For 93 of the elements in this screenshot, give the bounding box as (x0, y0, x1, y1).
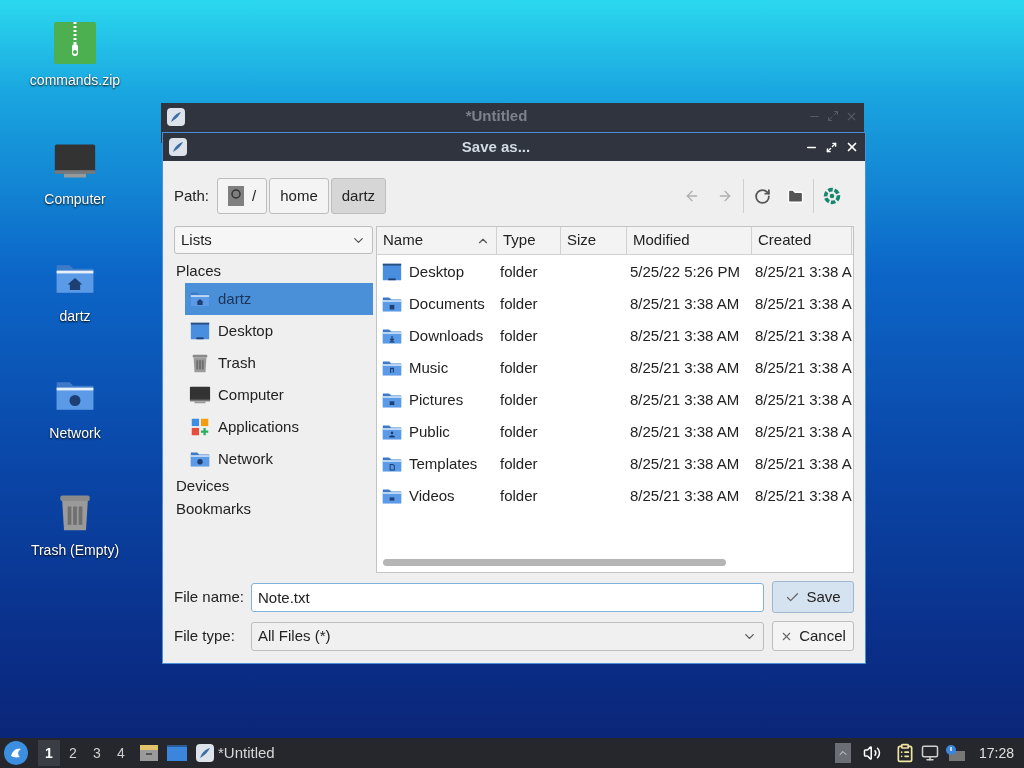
file-name-cell[interactable]: Pictures (409, 388, 464, 412)
reload-icon (753, 187, 771, 205)
created-cell: 8/25/21 3:38 A (755, 358, 852, 376)
volume-icon[interactable] (862, 744, 881, 762)
taskbar-window-button[interactable]: *Untitled (194, 740, 277, 766)
zip-archive-icon (54, 22, 96, 64)
modified-cell: 8/25/21 3:38 AM (630, 358, 740, 376)
desktop-icon (381, 261, 403, 283)
horizontal-scrollbar[interactable] (383, 559, 726, 566)
type-cell: folder (500, 262, 538, 280)
network-icon[interactable] (920, 744, 939, 762)
sidebar-item[interactable]: Desktop (185, 315, 373, 347)
modified-cell: 8/25/21 3:38 AM (630, 486, 740, 504)
maximize-icon[interactable] (826, 141, 837, 153)
save-button[interactable]: Save (772, 581, 854, 613)
close-icon (845, 110, 858, 123)
desktop-icon-label[interactable]: Trash (Empty) (30, 540, 120, 561)
created-cell: 8/25/21 3:38 A (755, 422, 852, 440)
sidebar-item[interactable]: Computer (185, 379, 373, 411)
sidebar-item[interactable]: Applications (185, 411, 373, 443)
type-cell: folder (500, 486, 538, 504)
modified-cell: 8/25/21 3:38 AM (630, 390, 740, 408)
created-cell: 8/25/21 3:38 A (755, 326, 852, 344)
column-header[interactable]: Size (561, 227, 627, 254)
path-label: Path: (174, 185, 210, 206)
sidebar-section-header[interactable]: Bookmarks (174, 498, 373, 521)
type-cell: folder (500, 454, 538, 472)
type-cell: folder (500, 422, 538, 440)
sidebar-item[interactable]: Network (185, 443, 373, 475)
app-icon (196, 744, 214, 762)
view-mode-dropdown[interactable]: Lists (174, 226, 373, 254)
created-cell: 8/25/21 3:38 A (755, 262, 852, 280)
type-cell: folder (500, 390, 538, 408)
column-header[interactable]: Name (377, 227, 497, 254)
file-name-cell[interactable]: Documents (409, 292, 485, 316)
dialog-title: Save as... (460, 136, 532, 157)
window-title: *Untitled (464, 106, 529, 127)
modified-cell: 5/25/22 5:26 PM (630, 262, 741, 280)
modified-cell: 8/25/21 3:38 AM (630, 326, 740, 344)
workspace-button[interactable]: 2 (62, 740, 84, 766)
close-icon[interactable] (845, 140, 859, 154)
column-header[interactable]: Modified (627, 227, 752, 254)
file-manager-icon[interactable] (138, 742, 160, 764)
file-type-label: File type: (174, 625, 236, 646)
cancel-button[interactable]: Cancel (772, 621, 854, 651)
desktop-icon-label[interactable]: dartz (59, 306, 91, 327)
created-cell: 8/25/21 3:38 A (755, 486, 852, 504)
desktop-icon (189, 320, 211, 342)
type-cell: folder (500, 294, 538, 312)
file-name-cell[interactable]: Videos (409, 484, 455, 508)
file-name-cell[interactable]: Desktop (409, 260, 465, 284)
drive-icon (228, 186, 245, 206)
file-name-cell[interactable]: Templates (409, 452, 478, 476)
file-name-cell[interactable]: Music (409, 356, 449, 380)
modified-cell: 8/25/21 3:38 AM (630, 294, 740, 312)
show-desktop-icon[interactable] (166, 742, 188, 764)
file-name-cell[interactable]: Downloads (409, 324, 484, 348)
workspace-button[interactable]: 1 (38, 740, 60, 766)
modified-cell: 8/25/21 3:38 AM (630, 422, 740, 440)
monitor-icon (189, 384, 211, 406)
type-cell: folder (500, 326, 538, 344)
clock[interactable]: 17:28 (978, 742, 1014, 764)
path-button[interactable]: / (217, 178, 268, 214)
column-header[interactable]: Created (752, 227, 852, 254)
created-cell: 8/25/21 3:38 A (755, 390, 852, 408)
desktop-icon-label[interactable]: Computer (44, 189, 106, 210)
notification-icon[interactable] (944, 744, 965, 762)
workspace-button[interactable]: 3 (86, 740, 108, 766)
desktop-icon-label[interactable]: Network (49, 423, 101, 444)
app-icon (169, 138, 187, 156)
file-type-dropdown[interactable]: All Files (*) (251, 621, 764, 651)
file-name-cell[interactable]: Public (409, 420, 450, 444)
type-cell: folder (500, 358, 538, 376)
flower-icon (821, 185, 843, 207)
sidebar-item[interactable]: Trash (185, 347, 373, 379)
new-folder-icon (786, 187, 804, 205)
sidebar-section-header[interactable]: Devices (174, 475, 373, 498)
created-cell: 8/25/21 3:38 A (755, 454, 852, 472)
start-menu-button[interactable] (4, 741, 28, 765)
path-button[interactable]: home (269, 178, 329, 214)
file-name-label: File name: (174, 586, 243, 607)
maximize-icon (827, 110, 839, 122)
app-icon (167, 107, 185, 126)
modified-cell: 8/25/21 3:38 AM (630, 454, 740, 472)
sidebar-item[interactable]: dartz (185, 283, 373, 315)
workspace-button[interactable]: 4 (110, 740, 132, 766)
path-button[interactable]: dartz (330, 178, 387, 214)
applications-icon (189, 416, 211, 438)
column-header[interactable]: Type (497, 227, 561, 254)
file-name-field[interactable]: Note.txt (251, 582, 764, 612)
sidebar-section-header[interactable]: Places (174, 260, 373, 283)
created-cell: 8/25/21 3:38 A (755, 294, 852, 312)
tray-expand-button[interactable] (834, 743, 851, 763)
